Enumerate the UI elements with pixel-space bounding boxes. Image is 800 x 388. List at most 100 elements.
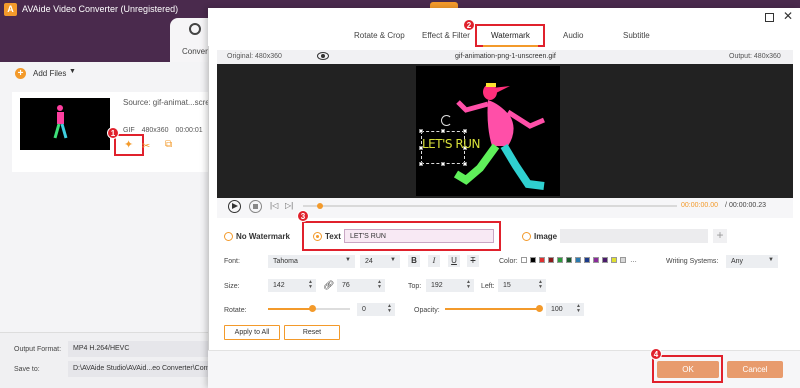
maximize-icon[interactable] (765, 13, 774, 22)
italic-button[interactable]: I (428, 255, 440, 267)
tab-effect-filter[interactable]: Effect & Filter (422, 31, 470, 40)
resize-handle[interactable] (419, 129, 423, 133)
resize-handle[interactable] (463, 129, 467, 133)
color-swatch[interactable] (530, 257, 536, 263)
tab-audio[interactable]: Audio (563, 31, 583, 40)
save-to-label: Save to: (14, 366, 40, 373)
step-badge-2: 2 (463, 19, 475, 31)
top-label: Top: (408, 283, 422, 290)
ok-button[interactable]: OK (657, 361, 719, 378)
add-files-button[interactable]: Add Files (33, 69, 66, 78)
top-stepper[interactable]: 192 ▲ ▼ (426, 279, 474, 292)
edit-wand-icon[interactable]: ✦ (124, 140, 133, 151)
font-size-select[interactable]: 24 ▼ (360, 255, 400, 268)
font-value: Tahoma (273, 258, 298, 265)
height-stepper[interactable]: 76 ▲ ▼ (337, 279, 385, 292)
resize-handle[interactable] (441, 162, 445, 166)
color-swatch[interactable] (620, 257, 626, 263)
opacity-slider[interactable] (445, 308, 541, 310)
bold-button[interactable]: B (408, 255, 420, 267)
color-swatch[interactable] (602, 257, 608, 263)
watermark-tab-highlight (475, 24, 545, 47)
apply-to-all-button[interactable]: Apply to All (224, 325, 280, 340)
underline-button[interactable]: U (448, 255, 460, 267)
top-value: 192 (431, 282, 443, 289)
writing-systems-select[interactable]: Any ▼ (726, 255, 778, 268)
next-frame-icon[interactable]: ▷| (285, 201, 293, 210)
save-to-path[interactable]: D:\AVAide Studio\AVAid...eo Converter\Co… (68, 361, 210, 377)
color-label: Color: (499, 258, 518, 265)
step-badge-4: 4 (650, 348, 662, 360)
seek-knob[interactable] (317, 203, 323, 209)
time-current: 00:00:00.00 (681, 202, 718, 209)
width-stepper[interactable]: 142 ▲ ▼ (268, 279, 316, 292)
tab-rotate-crop[interactable]: Rotate & Crop (354, 31, 405, 40)
stepper-arrows-icon[interactable]: ▲ ▼ (538, 280, 543, 290)
running-figure (453, 83, 545, 190)
previous-frame-icon[interactable]: |◁ (270, 201, 278, 210)
step-badge-3: 3 (297, 210, 309, 222)
close-icon[interactable]: ✕ (783, 9, 793, 23)
tab-subtitle[interactable]: Subtitle (623, 31, 650, 40)
stepper-arrows-icon[interactable]: ▲ ▼ (308, 280, 313, 290)
color-swatch[interactable] (593, 257, 599, 263)
opacity-value: 100 (551, 306, 563, 313)
color-swatch[interactable] (566, 257, 572, 263)
text-label[interactable]: Text (325, 232, 341, 241)
rotate-slider-knob[interactable] (309, 305, 316, 312)
stop-square (253, 204, 258, 209)
image-path-field[interactable] (560, 229, 708, 243)
strikethrough-button[interactable]: T (467, 255, 479, 267)
color-swatch[interactable] (584, 257, 590, 263)
color-swatch[interactable] (539, 257, 545, 263)
merge-icon[interactable]: ⧉ (165, 140, 172, 150)
cut-icon[interactable]: ✂ (142, 142, 150, 152)
output-format-select[interactable]: MP4 H.264/HEVC (68, 341, 210, 357)
add-files-dropdown-icon[interactable]: ▼ (69, 68, 76, 75)
eye-pupil (321, 54, 325, 58)
add-image-button[interactable]: + (713, 229, 727, 243)
no-watermark-label[interactable]: No Watermark (236, 232, 290, 241)
watermark-text-input[interactable] (344, 229, 494, 243)
image-label[interactable]: Image (534, 232, 557, 241)
resize-handle[interactable] (463, 162, 467, 166)
rotate-label: Rotate: (224, 307, 247, 314)
opacity-stepper[interactable]: 100 ▲ ▼ (546, 303, 584, 316)
chevron-down-icon: ▼ (390, 257, 396, 263)
original-resolution: Original: 480x360 (227, 53, 282, 60)
thumbnail-figure (53, 105, 68, 139)
resize-handle[interactable] (441, 129, 445, 133)
stepper-arrows-icon[interactable]: ▲ ▼ (466, 280, 471, 290)
stepper-arrows-icon[interactable]: ▲ ▼ (576, 304, 581, 314)
font-size-value: 24 (365, 258, 373, 265)
width-value: 142 (273, 282, 285, 289)
stepper-arrows-icon[interactable]: ▲ ▼ (377, 280, 382, 290)
no-watermark-radio[interactable] (224, 232, 233, 241)
watermark-rotate-handle[interactable] (441, 115, 452, 126)
opacity-slider-knob[interactable] (536, 305, 543, 312)
resize-handle[interactable] (419, 162, 423, 166)
cancel-button[interactable]: Cancel (727, 361, 783, 378)
link-aspect-icon[interactable]: 🔗︎ (323, 280, 334, 291)
color-swatch[interactable] (557, 257, 563, 263)
step-badge-1: 1 (107, 127, 119, 139)
text-radio[interactable] (313, 232, 322, 241)
stepper-arrows-icon[interactable]: ▲ ▼ (387, 304, 392, 314)
add-files-icon[interactable]: + (15, 68, 26, 79)
left-stepper[interactable]: 15 ▲ ▼ (498, 279, 546, 292)
color-swatch[interactable] (575, 257, 581, 263)
reset-button[interactable]: Reset (284, 325, 340, 340)
output-format-label: Output Format: (14, 346, 62, 353)
size-label: Size: (224, 283, 240, 290)
font-select[interactable]: Tahoma ▼ (268, 255, 355, 268)
seek-bar[interactable] (303, 205, 677, 207)
watermark-preview-text[interactable]: LET'S RUN (422, 137, 480, 151)
more-colors-icon[interactable]: … (630, 257, 637, 264)
color-swatch[interactable] (521, 257, 527, 263)
color-swatch[interactable] (611, 257, 617, 263)
preview-filename: gif-animation-png-1-unscreen.gif (455, 53, 556, 60)
font-label: Font: (224, 258, 240, 265)
color-swatch[interactable] (548, 257, 554, 263)
image-radio[interactable] (522, 232, 531, 241)
rotate-stepper[interactable]: 0 ▲ ▼ (357, 303, 395, 316)
